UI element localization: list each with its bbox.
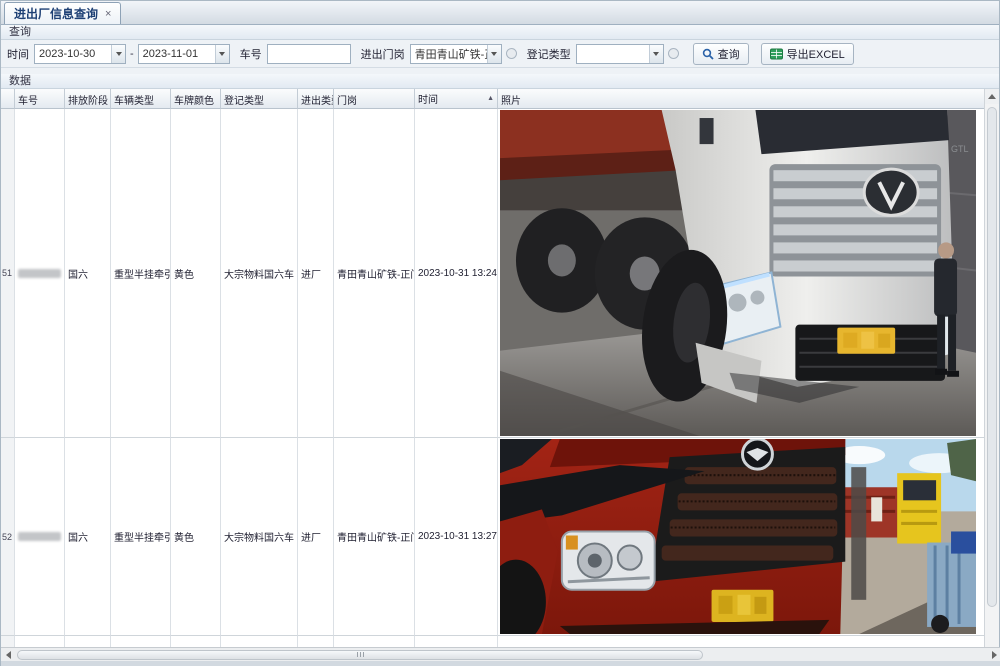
data-section-header: 数据 (1, 74, 999, 89)
truck-photo-red-faw (500, 439, 976, 634)
tab-title: 进出厂信息查询 (14, 5, 98, 22)
search-button-label: 查询 (718, 46, 740, 62)
excel-icon (770, 48, 783, 60)
row-number: 51 (1, 109, 15, 438)
cell-emission: 国六 (65, 438, 111, 636)
truck-badge-text: GTL (951, 144, 968, 154)
col-gate[interactable]: 门岗 (334, 89, 415, 109)
empty-table-row (1, 636, 986, 647)
cell-vehicle-type: 重型半挂牵引车 (111, 438, 171, 636)
col-emission[interactable]: 排放阶段 (65, 89, 111, 109)
cell-reg-type: 大宗物料国六车 (221, 109, 298, 438)
export-excel-button[interactable]: 导出EXCEL (761, 43, 854, 65)
chevron-down-icon[interactable] (649, 45, 663, 63)
col-vehicle-type[interactable]: 车辆类型 (111, 89, 171, 109)
col-inout-type[interactable]: 进出类型 (298, 89, 334, 109)
clear-icon[interactable] (668, 48, 679, 59)
time-label: 时间 (7, 46, 29, 62)
cell-plate (15, 109, 65, 438)
tab-entry-exit-query[interactable]: 进出厂信息查询 × (4, 2, 121, 24)
date-from-picker[interactable]: 2023-10-30 (34, 44, 126, 64)
query-section-header: 查询 (1, 25, 999, 40)
cell-gate: 青田青山矿铁-正门 (334, 438, 415, 636)
vertical-scrollbar[interactable] (984, 89, 999, 647)
col-row-number (1, 89, 15, 109)
cell-emission: 国六 (65, 109, 111, 438)
query-toolbar: 时间 2023-10-30 - 2023-11-01 车号 进出门岗 青田青山矿… (1, 40, 999, 68)
cell-plate-color: 黄色 (171, 109, 221, 438)
cell-inout-type: 进厂 (298, 109, 334, 438)
col-time-label: 时间 (418, 91, 438, 106)
cell-photo[interactable] (498, 438, 986, 636)
cell-reg-type: 大宗物料国六车 (221, 438, 298, 636)
table-header-row: 车号 排放阶段 车辆类型 车牌颜色 登记类型 进出类型 门岗 时间 ▲ 照片 (1, 89, 986, 109)
table-row[interactable]: 52 国六 重型半挂牵引车 黄色 大宗物料国六车 进厂 青田青山矿铁-正门 20… (1, 438, 986, 636)
reg-type-select[interactable] (576, 44, 664, 64)
results-table: 车号 排放阶段 车辆类型 车牌颜色 登记类型 进出类型 门岗 时间 ▲ 照片 5… (1, 89, 986, 647)
gate-select[interactable]: 青田青山矿铁-正门 (410, 44, 502, 64)
clear-icon[interactable] (506, 48, 517, 59)
plate-label: 车号 (240, 46, 262, 62)
plate-input[interactable] (267, 44, 351, 64)
col-plate-color[interactable]: 车牌颜色 (171, 89, 221, 109)
chevron-down-icon[interactable] (111, 45, 125, 63)
sort-asc-icon: ▲ (487, 95, 494, 102)
chevron-down-icon[interactable] (487, 45, 501, 63)
table-row[interactable]: 51 国六 重型半挂牵引车 黄色 大宗物料国六车 进厂 青田青山矿铁-正门 20… (1, 109, 986, 438)
chevron-down-icon[interactable] (215, 45, 229, 63)
col-reg-type[interactable]: 登记类型 (221, 89, 298, 109)
status-strip (1, 661, 1000, 666)
col-photo[interactable]: 照片 (498, 89, 986, 109)
reg-type-value (577, 45, 649, 63)
tab-close-icon[interactable]: × (105, 8, 111, 20)
redacted-plate (18, 532, 61, 541)
date-to-picker[interactable]: 2023-11-01 (138, 44, 230, 64)
app-window: 进出厂信息查询 × 查询 时间 2023-10-30 - 2023-11-01 … (0, 0, 1000, 666)
reg-type-label: 登记类型 (527, 46, 571, 62)
row-number: 52 (1, 438, 15, 636)
cell-photo[interactable]: GTL (498, 109, 986, 438)
search-icon (702, 48, 714, 60)
search-button[interactable]: 查询 (693, 43, 749, 65)
date-range-separator: - (130, 48, 134, 60)
col-plate[interactable]: 车号 (15, 89, 65, 109)
cell-time: 2023-10-31 13:27:40 (415, 438, 498, 636)
redacted-plate (18, 269, 61, 278)
truck-photo-silver-foton: GTL (500, 110, 976, 436)
scroll-left-icon[interactable] (1, 648, 15, 662)
horizontal-scroll-thumb[interactable] (17, 650, 703, 660)
scroll-up-icon[interactable] (985, 89, 999, 104)
cell-plate-color: 黄色 (171, 438, 221, 636)
gate-value: 青田青山矿铁-正门 (411, 45, 487, 63)
vertical-scroll-thumb[interactable] (987, 107, 997, 607)
cell-vehicle-type: 重型半挂牵引车 (111, 109, 171, 438)
cell-gate: 青田青山矿铁-正门 (334, 109, 415, 438)
cell-plate (15, 438, 65, 636)
cell-time: 2023-10-31 13:24:47 (415, 109, 498, 438)
gate-label: 进出门岗 (361, 46, 405, 62)
tab-bar: 进出厂信息查询 × (1, 1, 999, 25)
col-time[interactable]: 时间 ▲ (415, 89, 498, 109)
date-from-value: 2023-10-30 (35, 45, 111, 63)
horizontal-scrollbar[interactable] (1, 647, 1000, 661)
date-to-value: 2023-11-01 (139, 45, 215, 63)
export-button-label: 导出EXCEL (787, 46, 845, 62)
scroll-right-icon[interactable] (987, 648, 1000, 662)
cell-inout-type: 进厂 (298, 438, 334, 636)
